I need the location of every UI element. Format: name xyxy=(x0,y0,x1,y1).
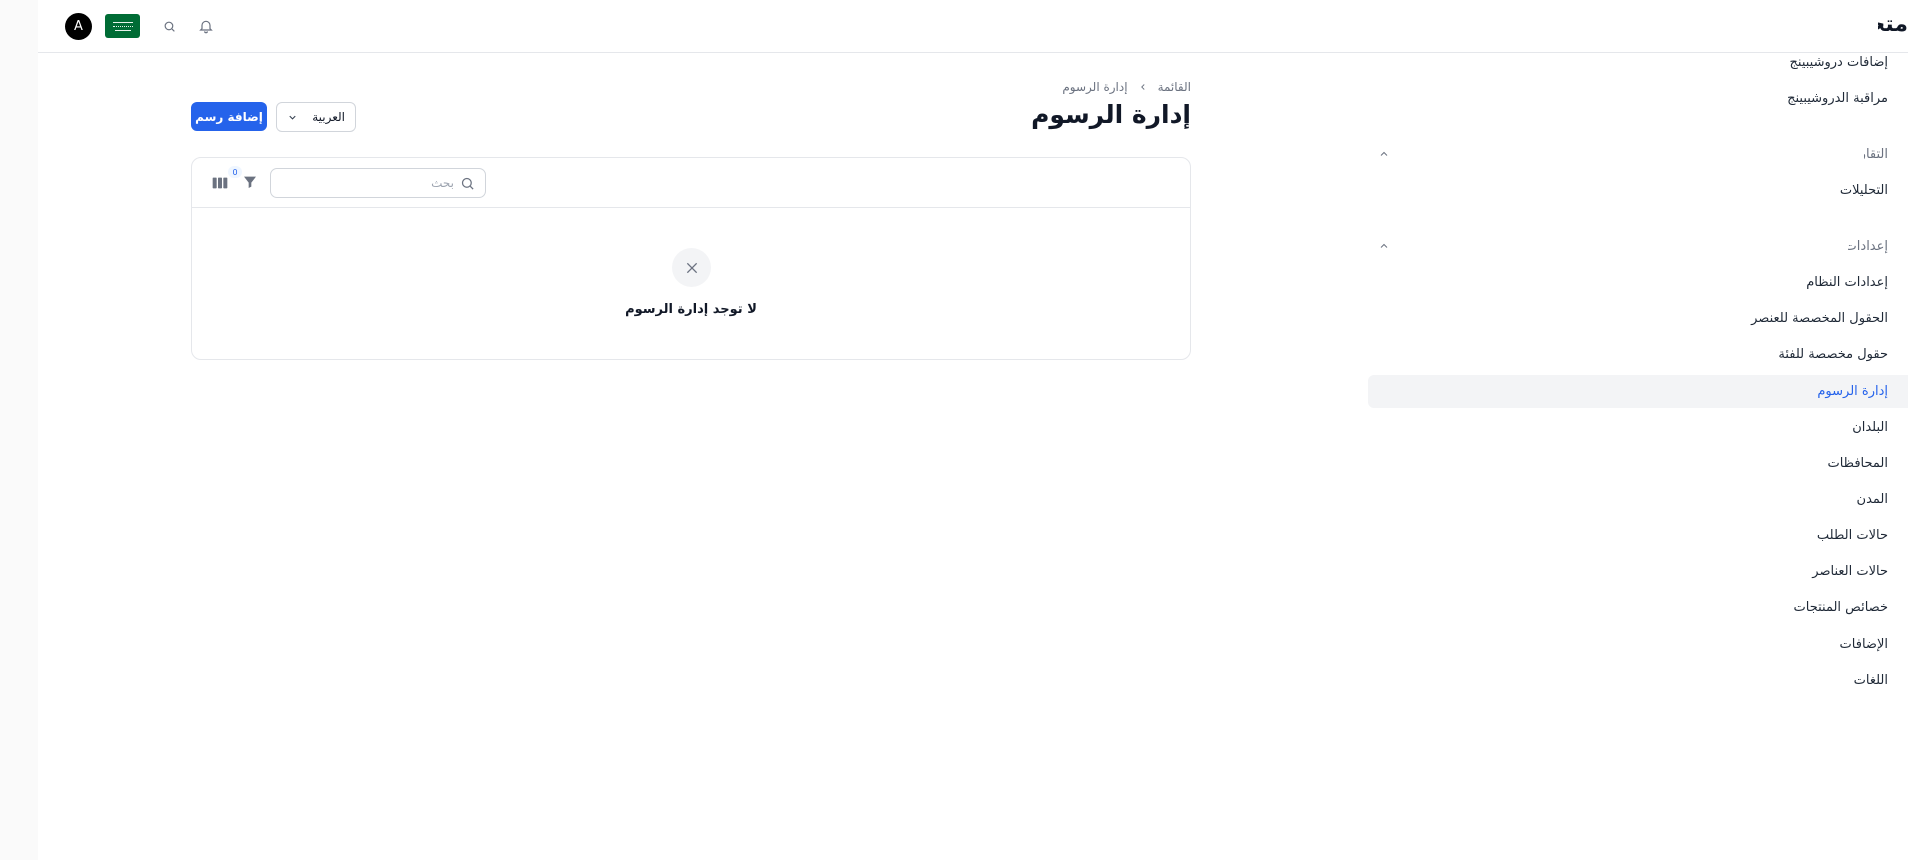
sidebar-item-product-attributes[interactable]: خصائص المنتجات xyxy=(1794,600,1888,615)
sidebar-item-fees-management[interactable]: إدارة الرسوم xyxy=(1817,384,1888,399)
breadcrumb: إدارة الرسوم القائمة xyxy=(1062,80,1191,94)
sidebar-item-dropshipping-monitor[interactable]: مراقبة الدروشيبينج xyxy=(1787,91,1888,106)
sidebar-item-addons[interactable]: الإضافات xyxy=(1840,637,1888,652)
sidebar: إضافات دروشيبينج مراقبة الدروشيبينج التق… xyxy=(1368,53,1908,860)
chevron-up-icon[interactable] xyxy=(1378,148,1390,160)
sidebar-item-category-custom-fields[interactable]: حقول مخصصة للفئة xyxy=(1778,347,1888,362)
sidebar-item-item-statuses[interactable]: حالات العناصر xyxy=(1812,564,1888,579)
chevron-up-icon[interactable] xyxy=(1378,240,1390,252)
breadcrumb-item-list: القائمة xyxy=(1157,80,1191,94)
chevron-down-icon xyxy=(289,115,296,120)
breadcrumb-item-fees[interactable]: إدارة الرسوم xyxy=(1062,80,1127,94)
user-avatar[interactable]: A xyxy=(65,13,92,40)
sidebar-item-item-custom-fields[interactable]: الحقول المخصصة للعنصر xyxy=(1751,311,1888,326)
sidebar-item-dropshipping-addons[interactable]: إضافات دروشيبينج xyxy=(1790,55,1888,70)
sidebar-item-governorates[interactable]: المحافظات xyxy=(1827,456,1888,471)
sidebar-item-languages[interactable]: اللغات xyxy=(1854,673,1888,688)
sidebar-item-countries[interactable]: البلدان xyxy=(1852,420,1888,435)
brand-name[interactable]: متجري xyxy=(1878,12,1908,37)
columns-icon[interactable] xyxy=(212,176,228,190)
saudi-flag-icon[interactable] xyxy=(105,14,140,38)
search-input[interactable] xyxy=(294,176,454,190)
language-select[interactable]: العربية xyxy=(276,102,356,132)
bell-icon[interactable] xyxy=(197,17,215,35)
search-icon xyxy=(461,177,474,190)
chevron-left-icon xyxy=(1140,84,1145,90)
search-icon[interactable] xyxy=(160,17,178,35)
table-toolbar: 0 xyxy=(192,158,1190,208)
avatar-initial: A xyxy=(74,19,83,34)
add-fee-button[interactable]: إضافة رسم xyxy=(191,102,267,131)
top-bar: A متجري xyxy=(38,0,1908,53)
sidebar-item-cities[interactable]: المدن xyxy=(1857,492,1888,507)
empty-state-message: لا توجد إدارة الرسوم xyxy=(625,302,757,317)
sidebar-item-analytics[interactable]: التحليلات xyxy=(1840,183,1888,198)
sidebar-section-reports[interactable]: التقارير xyxy=(1864,147,1888,162)
filter-count-badge: 0 xyxy=(228,166,242,178)
page-title: إدارة الرسوم xyxy=(1031,100,1191,129)
fees-table-card: 0 لا توجد إدارة الرسوم xyxy=(191,157,1191,360)
sidebar-item-system-settings[interactable]: إعدادات النظام xyxy=(1806,275,1888,290)
language-select-value: العربية xyxy=(312,110,345,124)
search-box[interactable] xyxy=(270,168,486,198)
sidebar-item-order-statuses[interactable]: حالات الطلب xyxy=(1817,528,1888,543)
sidebar-section-system[interactable]: إعدادات النظام xyxy=(1848,239,1888,254)
empty-state-close-icon xyxy=(672,248,711,287)
filter-icon[interactable] xyxy=(242,174,258,190)
